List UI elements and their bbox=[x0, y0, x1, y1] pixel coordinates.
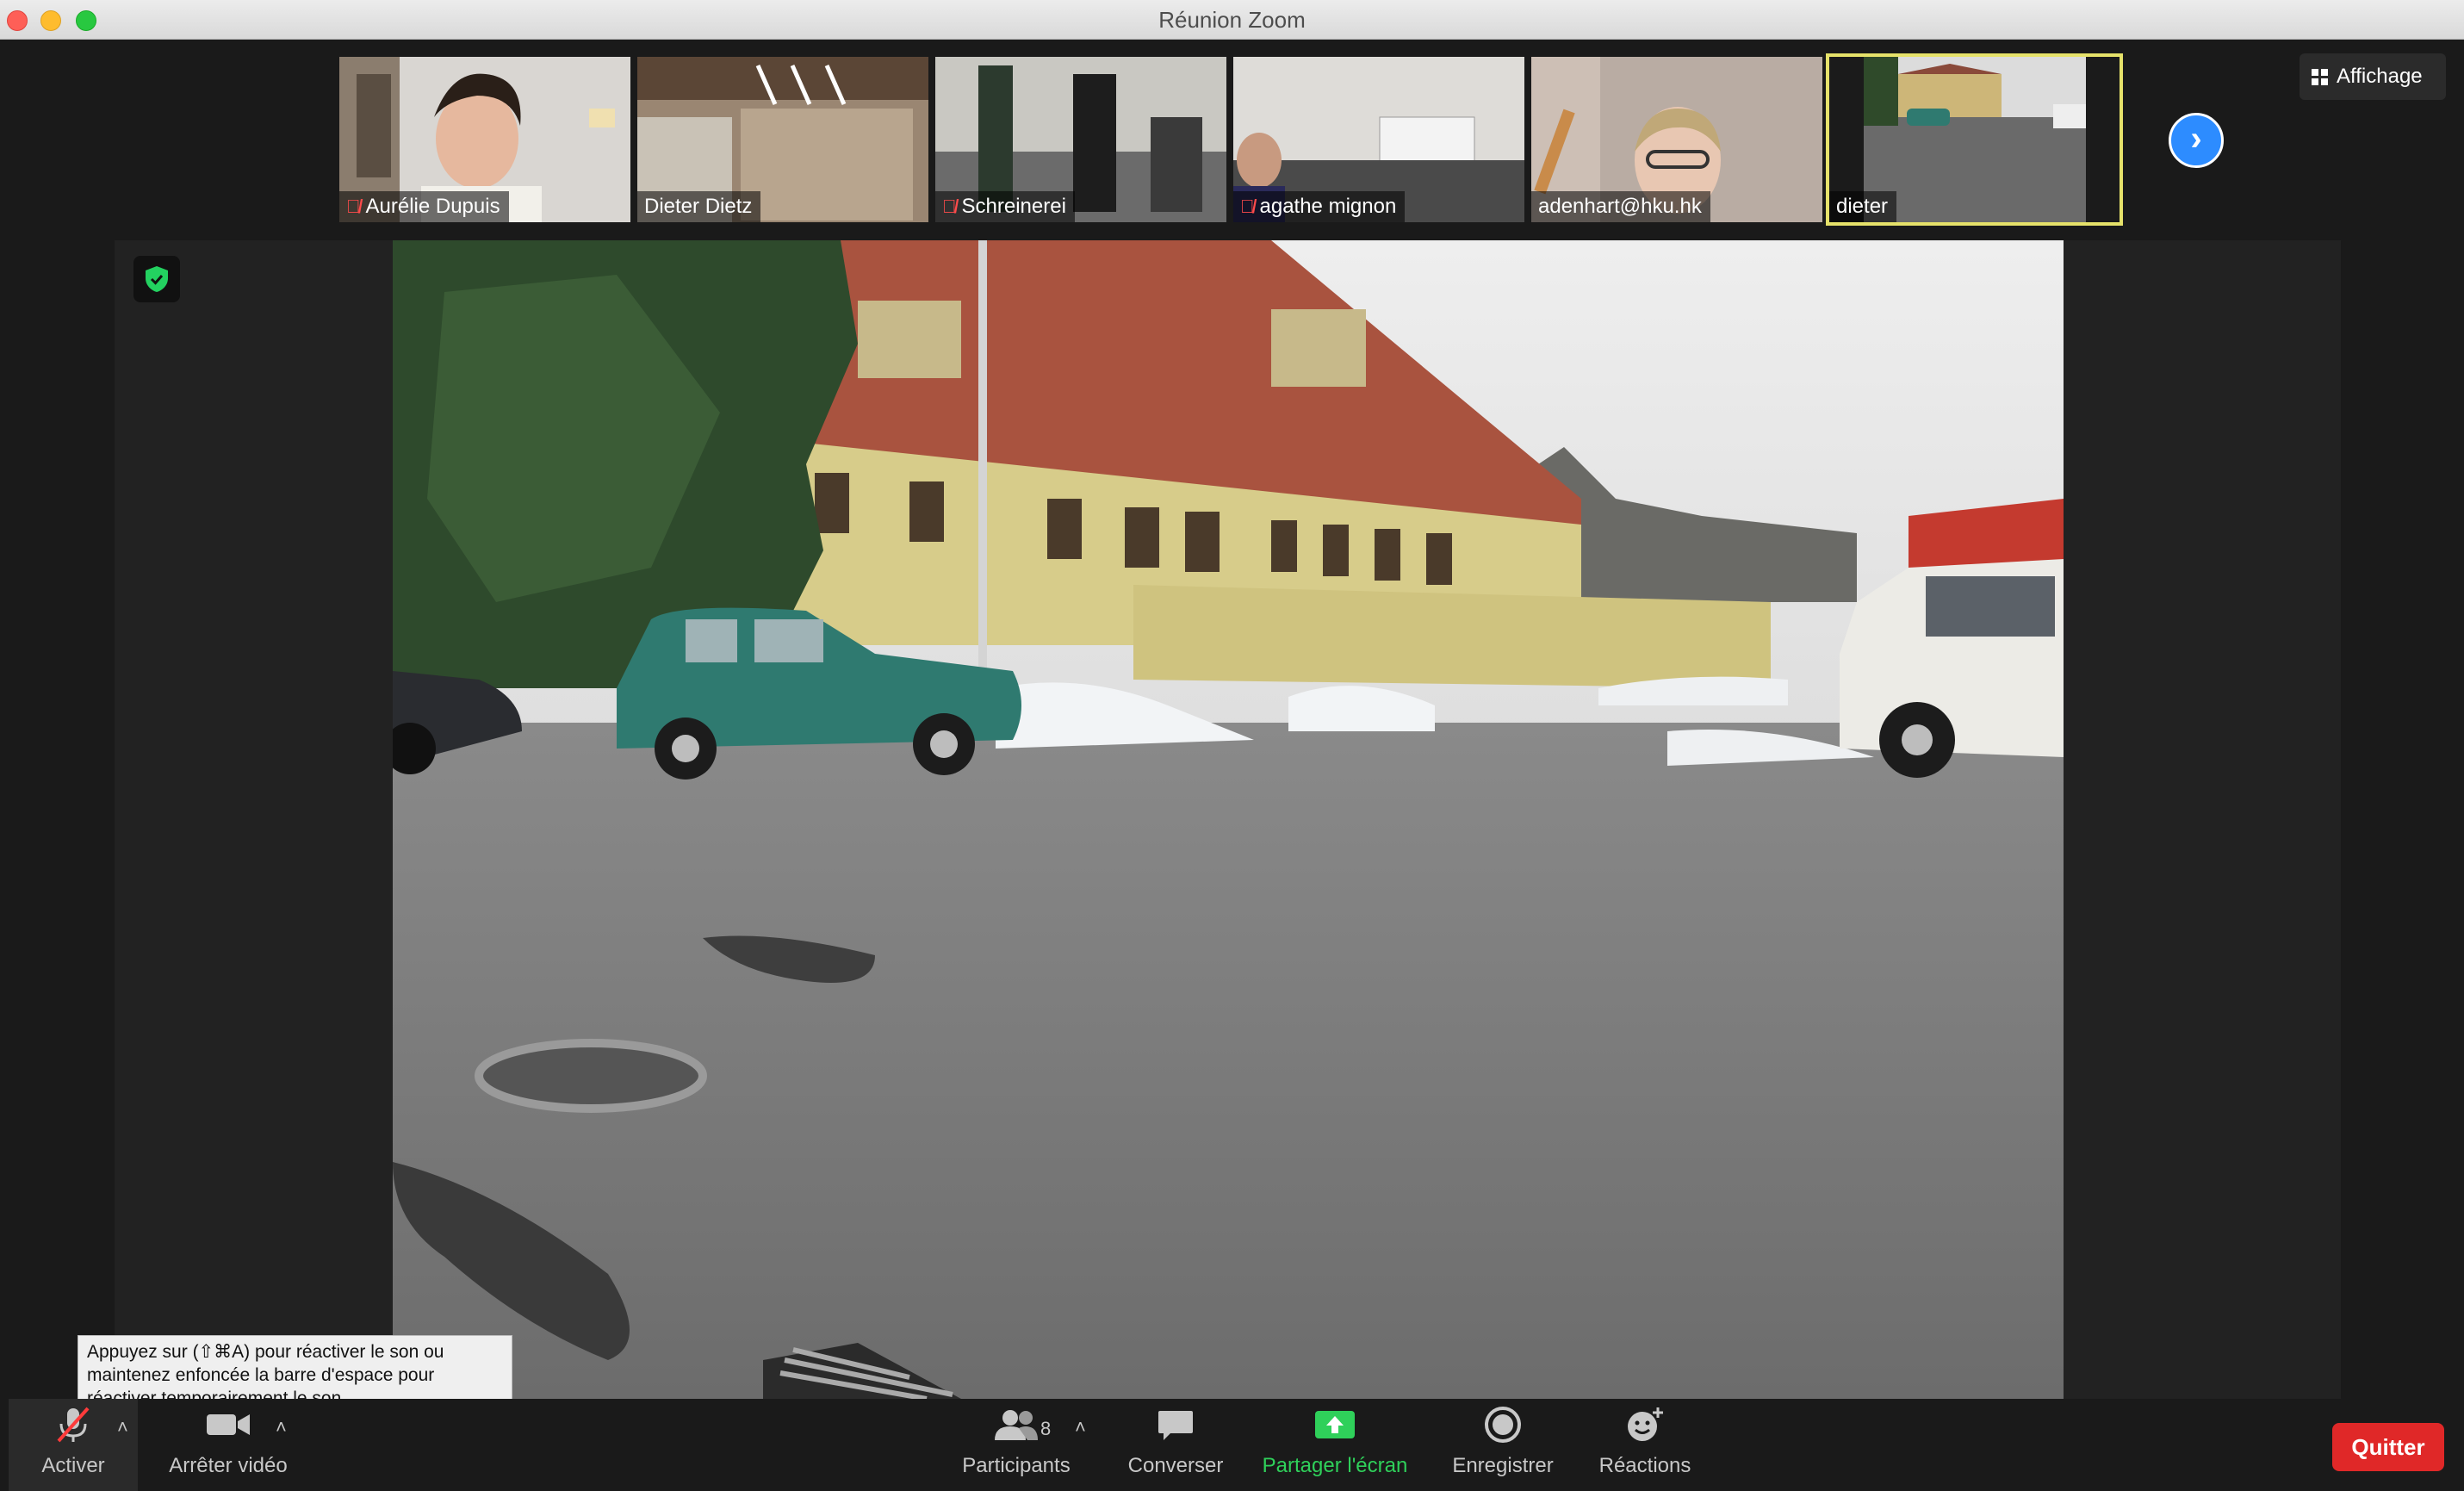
video-camera-icon bbox=[205, 1399, 251, 1451]
participant-thumbnail-active-speaker[interactable]: dieter bbox=[1826, 53, 2123, 226]
stop-video-button[interactable]: Arrêter vidéo bbox=[155, 1399, 301, 1491]
share-screen-icon bbox=[1313, 1399, 1356, 1451]
participant-name: Dieter Dietz bbox=[644, 195, 753, 218]
record-button[interactable]: Enregistrer bbox=[1434, 1399, 1572, 1491]
chevron-right-icon[interactable]: › bbox=[2169, 113, 2224, 168]
muted-mic-icon: 🎙̸ bbox=[346, 196, 361, 217]
meeting-window: 🎙̸ Aurélie Dupuis Dieter Dietz 🎙̸ Schrei… bbox=[0, 40, 2464, 1491]
unmute-button[interactable]: Activer bbox=[9, 1399, 138, 1491]
participant-label: 🎙̸ Schreinerei bbox=[935, 191, 1075, 222]
muted-mic-icon: 🎙̸ bbox=[942, 196, 957, 217]
chat-label: Converser bbox=[1127, 1454, 1224, 1477]
participant-name: Schreinerei bbox=[961, 195, 1066, 218]
participants-label: Participants bbox=[962, 1454, 1071, 1477]
participant-name: Aurélie Dupuis bbox=[365, 195, 500, 218]
participants-options-caret-icon[interactable]: ˄ bbox=[1075, 1416, 1086, 1438]
reactions-label: Réactions bbox=[1598, 1454, 1691, 1477]
participant-label: 🎙̸ agathe mignon bbox=[1233, 191, 1406, 222]
participants-button[interactable]: Participants bbox=[947, 1399, 1085, 1491]
video-options-caret-icon[interactable]: ˄ bbox=[276, 1416, 287, 1438]
participant-label: adenhart@hku.hk bbox=[1531, 191, 1710, 222]
main-video-feed bbox=[393, 240, 2064, 1399]
participant-label: Dieter Dietz bbox=[637, 191, 761, 222]
participant-name: dieter bbox=[1836, 195, 1889, 218]
participant-label: dieter bbox=[1829, 191, 1897, 222]
participant-label: 🎙̸ Aurélie Dupuis bbox=[339, 191, 509, 222]
window-titlebar: Réunion Zoom bbox=[0, 0, 2464, 40]
meeting-toolbar: Activer ˄ Arrêter vidéo ˄ Participants 8… bbox=[0, 1399, 2464, 1491]
chat-bubble-icon bbox=[1157, 1399, 1195, 1451]
smiley-plus-icon bbox=[1625, 1399, 1665, 1451]
participant-name: adenhart@hku.hk bbox=[1538, 195, 1702, 218]
share-screen-button[interactable]: Partager l'écran bbox=[1249, 1399, 1421, 1491]
encryption-shield-icon[interactable] bbox=[133, 256, 180, 302]
chat-button[interactable]: Converser bbox=[1111, 1399, 1240, 1491]
active-speaker-stage bbox=[115, 240, 2341, 1399]
audio-options-caret-icon[interactable]: ˄ bbox=[117, 1416, 128, 1438]
participant-thumbnail[interactable]: 🎙̸ agathe mignon bbox=[1233, 57, 1524, 222]
participant-name: agathe mignon bbox=[1259, 195, 1397, 218]
muted-microphone-icon bbox=[53, 1399, 93, 1451]
participants-count: 8 bbox=[1040, 1418, 1052, 1439]
view-button-label: Affichage bbox=[2337, 65, 2423, 88]
stop-video-label: Arrêter vidéo bbox=[169, 1454, 288, 1477]
muted-mic-icon: 🎙̸ bbox=[1240, 196, 1255, 217]
participant-thumbnail[interactable]: adenhart@hku.hk bbox=[1531, 57, 1822, 222]
window-title: Réunion Zoom bbox=[1158, 7, 1306, 33]
participants-icon bbox=[993, 1399, 1040, 1451]
participant-thumbnail[interactable]: 🎙̸ Aurélie Dupuis bbox=[339, 57, 630, 222]
grid-icon bbox=[2312, 68, 2328, 85]
view-button[interactable]: Affichage bbox=[2300, 53, 2446, 100]
unmute-label: Activer bbox=[41, 1454, 105, 1477]
record-label: Enregistrer bbox=[1452, 1454, 1554, 1477]
participant-thumbnail[interactable]: 🎙̸ Schreinerei bbox=[935, 57, 1226, 222]
reactions-button[interactable]: Réactions bbox=[1576, 1399, 1714, 1491]
quit-meeting-button[interactable]: Quitter bbox=[2332, 1423, 2444, 1471]
participant-thumbnail[interactable]: Dieter Dietz bbox=[637, 57, 928, 222]
record-icon bbox=[1484, 1399, 1522, 1451]
share-screen-label: Partager l'écran bbox=[1262, 1454, 1408, 1477]
